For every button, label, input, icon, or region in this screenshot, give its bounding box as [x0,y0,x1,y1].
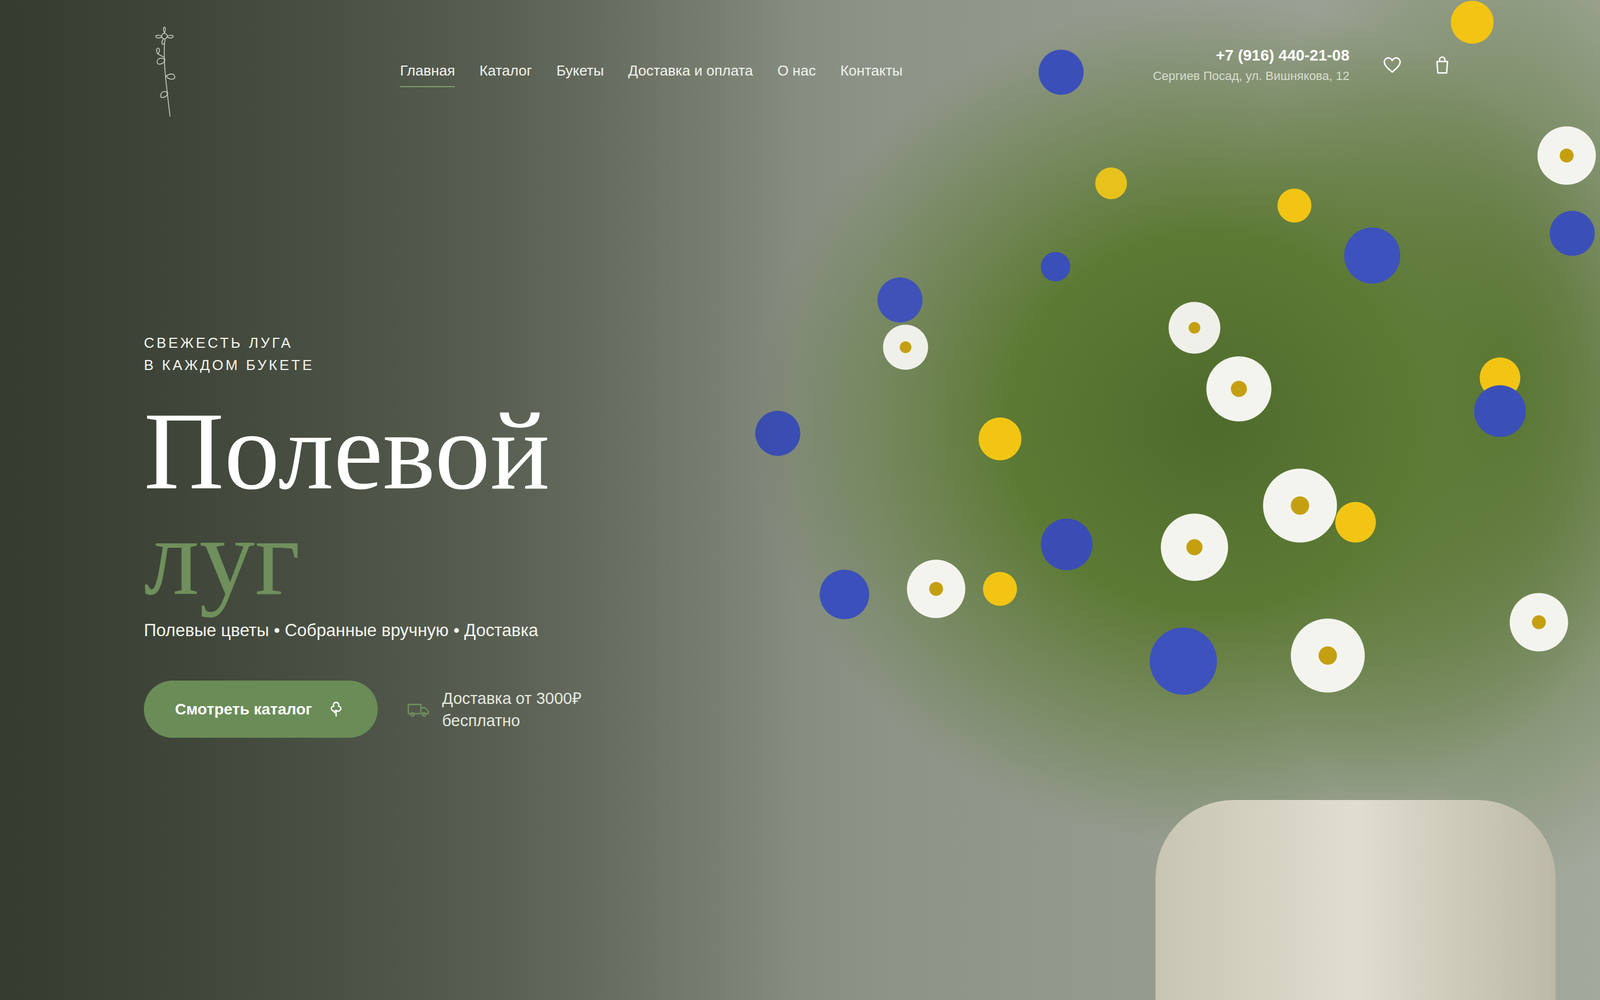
address: Сергиев Посад, ул. Вишнякова, 12 [1152,68,1350,84]
truck-icon [406,701,430,718]
nav-item[interactable]: Главная [400,62,455,88]
flower-logo-icon[interactable] [147,20,184,118]
eyebrow: СВЕЖЕСТЬ ЛУГАВ КАЖДОМ БУКЕТЕ [143,331,1600,377]
nav-item[interactable]: Каталог [479,62,533,88]
nav-item[interactable]: Контакты [840,62,903,88]
hero-actions: Смотреть каталог Доставка от 3000₽бесплат… [143,680,1600,738]
title-main: Полевой [143,398,1600,504]
nav-item[interactable]: Доставка и оплата [628,62,753,88]
contact: +7 (916) 440-21-08 Сергиев Посад, ул. Виш… [1152,46,1350,84]
page: Главная Каталог Букеты Доставка и оплата О н… [0,0,1600,1000]
title-accent: луг [143,503,1600,610]
main-nav: Главная Каталог Букеты Доставка и оплата О н… [400,62,903,88]
nav-item[interactable]: О нас [777,62,816,88]
hero: СВЕЖЕСТЬ ЛУГАВ КАЖДОМ БУКЕТЕПолевойлугПо… [0,331,1600,738]
header: Главная Каталог Букеты Доставка и оплата О н… [0,0,1600,118]
flower-icon [326,700,346,719]
nav-item[interactable]: Букеты [556,62,604,88]
phone[interactable]: +7 (916) 440-21-08 [1215,46,1350,65]
bag-icon[interactable] [1431,54,1453,76]
delivery-note: Доставка от 3000₽бесплатно [406,687,582,732]
hero-title: Полевойлуг [143,398,1600,610]
subtitle: Полевые цветы • Собранные вручную • Дост… [143,619,1600,642]
catalog-button[interactable]: Смотреть каталог [143,680,378,738]
heart-icon[interactable] [1381,54,1403,76]
header-icons [1381,54,1453,76]
